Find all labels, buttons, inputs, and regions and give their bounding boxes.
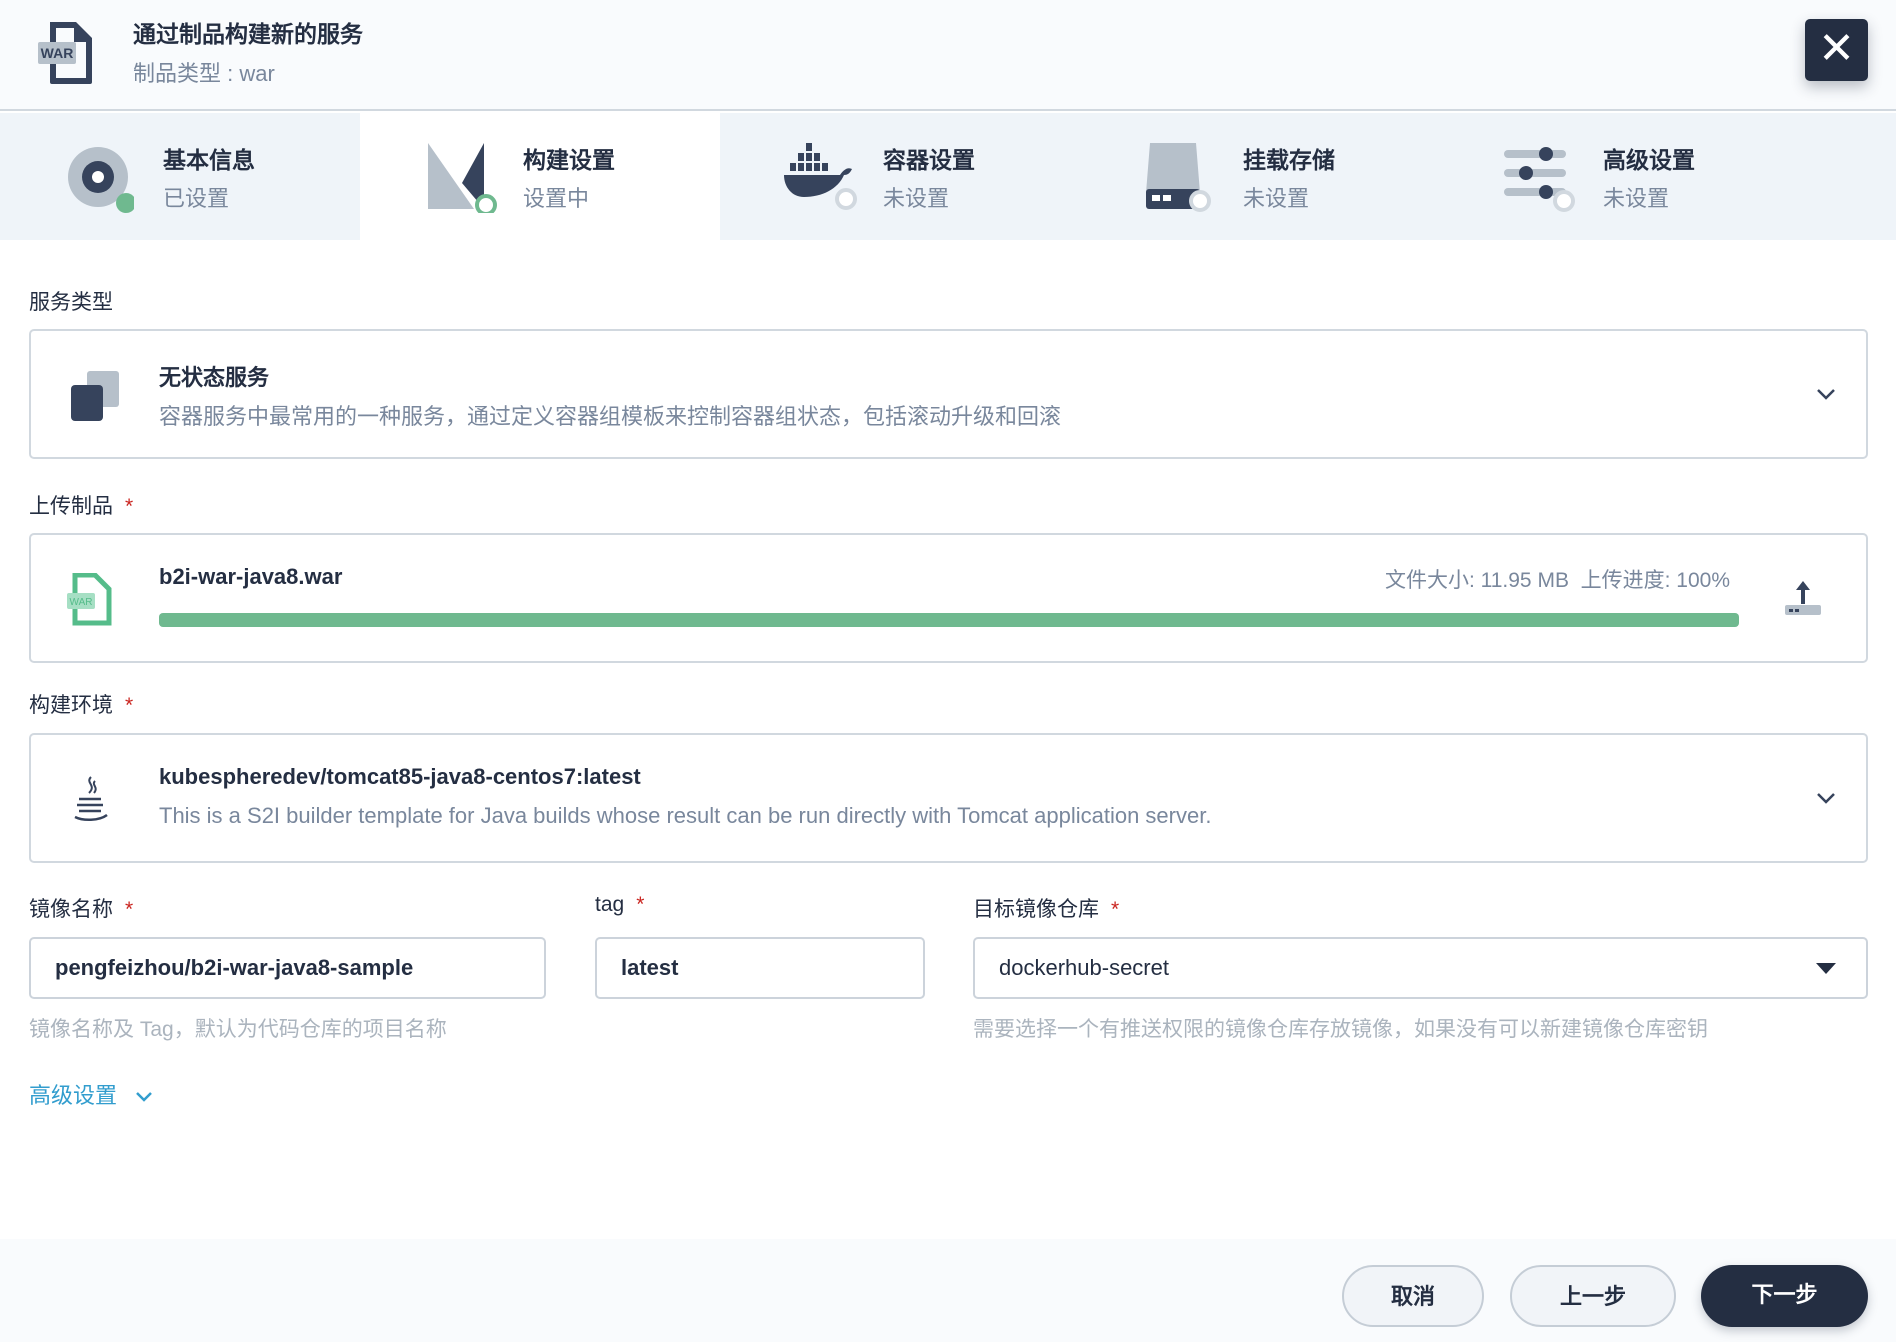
- step-status: 已设置: [163, 186, 230, 211]
- sliders-icon: [1504, 147, 1575, 212]
- modal-title: 通过制品构建新的服务: [133, 21, 363, 47]
- registry-value: dockerhub-secret: [999, 955, 1169, 980]
- build-env-select[interactable]: kubespheredev/tomcat85-java8-centos7:lat…: [29, 733, 1868, 863]
- file-info: 文件大小: 11.95 MB 上传进度: 100%: [1384, 569, 1730, 592]
- cancel-button[interactable]: 取消: [1342, 1265, 1484, 1327]
- build-env-title: kubespheredev/tomcat85-java8-centos7:lat…: [159, 764, 641, 789]
- step-tabs: 基本信息 已设置 构建设置 设置中 容器设置 未设置 挂载存储 未设置 高级设置…: [0, 113, 1896, 240]
- java-icon: [74, 776, 108, 821]
- image-name-help: 镜像名称及 Tag，默认为代码仓库的项目名称: [29, 1018, 447, 1041]
- step-container-settings[interactable]: 容器设置 未设置: [720, 113, 1080, 240]
- step-status: 设置中: [523, 186, 590, 211]
- build-env-description: This is a S2I builder template for Java …: [159, 803, 1212, 828]
- previous-button[interactable]: 上一步: [1510, 1265, 1676, 1327]
- docker-icon: [784, 143, 857, 210]
- upload-artifact: WAR b2i-war-java8.war 文件大小: 11.95 MB 上传进…: [29, 533, 1868, 663]
- upload-progress-bar: [159, 613, 1739, 627]
- step-status: 未设置: [1603, 186, 1670, 211]
- step-status: 未设置: [883, 186, 950, 211]
- close-button[interactable]: ✕: [1805, 19, 1868, 81]
- image-name-label: 镜像名称 *: [29, 898, 134, 921]
- step-title: 构建设置: [523, 147, 615, 173]
- modal-header: WAR 通过制品构建新的服务 制品类型 : war ✕: [0, 0, 1896, 111]
- upload-label: 上传制品 *: [29, 495, 134, 518]
- modal-footer: 取消 上一步 下一步: [0, 1239, 1896, 1342]
- next-button[interactable]: 下一步: [1701, 1265, 1868, 1327]
- war-file-icon: WAR: [38, 22, 92, 84]
- service-type-description: 容器服务中最常用的一种服务，通过定义容器组模板来控制容器组状态，包括滚动升级和回…: [159, 404, 1062, 429]
- storage-icon: [1146, 143, 1211, 212]
- tag-input[interactable]: latest: [595, 937, 925, 999]
- step-advanced-settings[interactable]: 高级设置 未设置: [1440, 113, 1800, 240]
- war-file-icon: WAR: [67, 573, 112, 626]
- caret-down-icon: [1816, 963, 1836, 974]
- chevron-down-icon: [136, 1092, 153, 1102]
- svg-text:WAR: WAR: [41, 45, 74, 61]
- step-basic-info[interactable]: 基本信息 已设置: [0, 113, 360, 240]
- step-title: 高级设置: [1603, 147, 1695, 173]
- chevron-down-icon: [1817, 389, 1835, 400]
- advanced-settings-toggle[interactable]: 高级设置: [29, 1078, 153, 1110]
- step-status: 未设置: [1243, 186, 1310, 211]
- service-type-label: 服务类型: [29, 291, 113, 314]
- step-title: 基本信息: [163, 147, 255, 173]
- step-title: 挂载存储: [1243, 147, 1335, 173]
- registry-label: 目标镜像仓库 *: [973, 898, 1120, 921]
- build-settings-icon: [428, 143, 497, 213]
- build-env-label: 构建环境 *: [29, 694, 134, 717]
- image-name-input[interactable]: pengfeizhou/b2i-war-java8-sample: [29, 937, 546, 999]
- svg-text:WAR: WAR: [70, 597, 93, 608]
- upload-progress-fill: [159, 613, 1739, 627]
- step-title: 容器设置: [883, 147, 975, 173]
- chevron-down-icon: [1817, 793, 1835, 804]
- service-type-title: 无状态服务: [159, 365, 270, 390]
- stateless-service-icon: [71, 371, 119, 421]
- close-icon: ✕: [1818, 24, 1855, 73]
- service-type-select[interactable]: 无状态服务 容器服务中最常用的一种服务，通过定义容器组模板来控制容器组状态，包括…: [29, 329, 1868, 459]
- step-build-settings[interactable]: 构建设置 设置中: [360, 113, 720, 240]
- tag-label: tag *: [595, 893, 645, 916]
- modal-subtitle: 制品类型 : war: [133, 61, 275, 86]
- step-mount-storage[interactable]: 挂载存储 未设置: [1080, 113, 1440, 240]
- upload-icon[interactable]: [1783, 579, 1823, 619]
- basic-info-icon: [68, 147, 134, 213]
- file-name: b2i-war-java8.war: [159, 564, 343, 589]
- registry-select[interactable]: dockerhub-secret: [973, 937, 1868, 999]
- registry-help: 需要选择一个有推送权限的镜像仓库存放镜像，如果没有可以新建镜像仓库密钥: [973, 1018, 1708, 1041]
